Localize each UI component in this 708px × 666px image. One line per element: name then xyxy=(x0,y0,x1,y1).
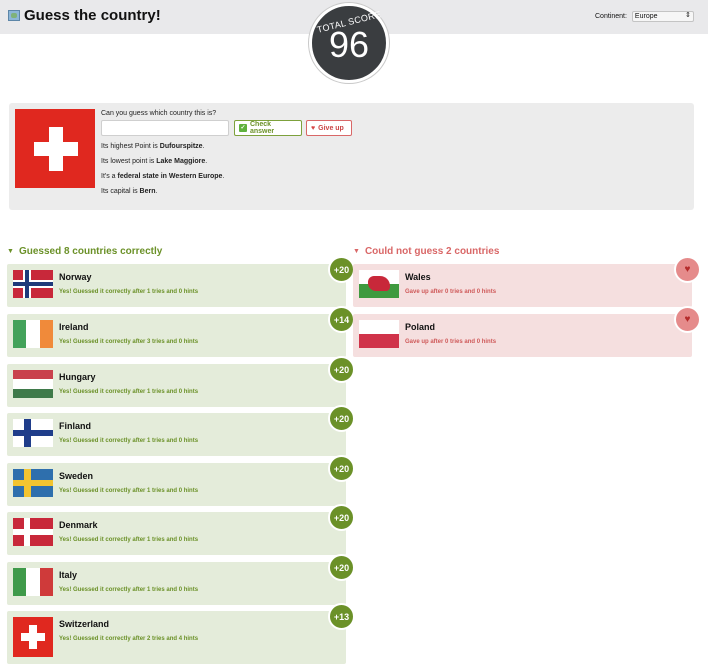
quiz-question: Can you guess which country this is? xyxy=(101,110,217,117)
country-name: Finland xyxy=(59,421,91,431)
flag-finland-icon xyxy=(13,419,53,447)
hint-4: Its capital is Bern. xyxy=(101,188,158,195)
country-name: Sweden xyxy=(59,471,94,481)
list-item-denmark: Denmark Yes! Guessed it correctly after … xyxy=(7,504,355,555)
result-message: Yes! Guessed it correctly after 1 tries … xyxy=(59,488,199,494)
failed-section-title: Could not guess 2 countries xyxy=(364,246,500,257)
result-message: Yes! Guessed it correctly after 1 tries … xyxy=(59,289,199,295)
country-name: Denmark xyxy=(59,520,98,530)
check-answer-label: Check answer xyxy=(249,121,275,135)
country-name: Ireland xyxy=(59,322,89,332)
result-message: Yes! Guessed it correctly after 2 tries … xyxy=(59,636,199,642)
caret-down-icon: ▼ xyxy=(353,248,360,255)
list-item-wales: Wales Gave up after 0 tries and 0 hints … xyxy=(353,256,701,307)
result-message: Yes! Guessed it correctly after 1 tries … xyxy=(59,537,199,543)
broken-heart-icon: ♥ xyxy=(311,124,316,132)
total-score-value: 96 xyxy=(328,24,370,65)
flag-ireland-icon xyxy=(13,320,53,348)
list-item-hungary: Hungary Yes! Guessed it correctly after … xyxy=(7,356,355,407)
flag-italy-icon xyxy=(13,568,53,596)
result-message: Yes! Guessed it correctly after 1 tries … xyxy=(59,389,199,395)
continent-label: Continent: xyxy=(595,13,627,20)
app-title: Guess the country! xyxy=(8,7,161,24)
failed-section-toggle[interactable]: ▼ Could not guess 2 countries xyxy=(353,246,499,257)
quiz-flag-image xyxy=(15,109,95,188)
result-message: Gave up after 0 tries and 0 hints xyxy=(405,339,497,345)
continent-select[interactable]: Europe ⇕ xyxy=(631,11,694,22)
caret-down-icon: ▼ xyxy=(7,248,14,255)
quiz-panel: Can you guess which country this is? ✓ C… xyxy=(9,103,694,210)
check-icon: ✓ xyxy=(239,124,247,132)
country-name: Italy xyxy=(59,570,78,580)
country-name: Norway xyxy=(59,272,92,282)
result-message: Yes! Guessed it correctly after 1 tries … xyxy=(59,438,199,444)
points-badge: +20 xyxy=(328,554,355,581)
country-name: Hungary xyxy=(59,372,96,382)
flag-sweden-icon xyxy=(13,469,53,497)
points-badge: +20 xyxy=(328,455,355,482)
broken-heart-icon: ♥ xyxy=(674,306,701,333)
list-item-ireland: Ireland Yes! Guessed it correctly after … xyxy=(7,306,355,357)
hint-3: It's a federal state in Western Europe. xyxy=(101,173,225,180)
answer-input[interactable] xyxy=(101,120,229,136)
list-item-norway: Norway Yes! Guessed it correctly after 1… xyxy=(7,256,355,307)
flag-wales-icon xyxy=(359,270,399,298)
give-up-button[interactable]: ♥ Give up xyxy=(306,120,352,136)
result-message: Gave up after 0 tries and 0 hints xyxy=(405,289,497,295)
flag-hungary-icon xyxy=(13,370,53,398)
correct-section-title: Guessed 8 countries correctly xyxy=(18,246,163,257)
list-item-poland: Poland Gave up after 0 tries and 0 hints… xyxy=(353,306,701,357)
country-name: Switzerland xyxy=(59,619,110,629)
points-badge: +14 xyxy=(328,306,355,333)
list-item-italy: Italy Yes! Guessed it correctly after 1 … xyxy=(7,554,355,605)
total-score: TOTAL SCORE 96 xyxy=(309,3,389,83)
flag-poland-icon xyxy=(359,320,399,348)
chevron-updown-icon: ⇕ xyxy=(685,12,691,19)
country-name: Poland xyxy=(405,322,436,332)
points-badge: +20 xyxy=(328,356,355,383)
points-badge: +13 xyxy=(328,603,355,630)
give-up-label: Give up xyxy=(318,124,344,132)
flag-norway-icon xyxy=(13,270,53,298)
continent-picker: Continent: Europe ⇕ xyxy=(595,11,694,22)
result-message: Yes! Guessed it correctly after 3 tries … xyxy=(59,339,199,345)
points-badge: +20 xyxy=(328,405,355,432)
points-badge: +20 xyxy=(328,504,355,531)
app-title-text: Guess the country! xyxy=(24,7,161,24)
flag-denmark-icon xyxy=(13,518,53,546)
check-answer-button[interactable]: ✓ Check answer xyxy=(234,120,302,136)
result-message: Yes! Guessed it correctly after 1 tries … xyxy=(59,587,199,593)
list-item-finland: Finland Yes! Guessed it correctly after … xyxy=(7,405,355,456)
correct-section-toggle[interactable]: ▼ Guessed 8 countries correctly xyxy=(7,246,162,257)
list-item-switzerland: Switzerland Yes! Guessed it correctly af… xyxy=(7,603,355,664)
continent-select-value: Europe xyxy=(634,13,658,20)
map-icon xyxy=(8,10,20,21)
hint-1: Its highest Point is Dufourspitze. xyxy=(101,143,205,150)
points-badge: +20 xyxy=(328,256,355,283)
hint-2: Its lowest point is Lake Maggiore. xyxy=(101,158,208,165)
broken-heart-icon: ♥ xyxy=(674,256,701,283)
flag-switzerland-icon xyxy=(13,617,53,657)
list-item-sweden: Sweden Yes! Guessed it correctly after 1… xyxy=(7,455,355,506)
country-name: Wales xyxy=(405,272,431,282)
